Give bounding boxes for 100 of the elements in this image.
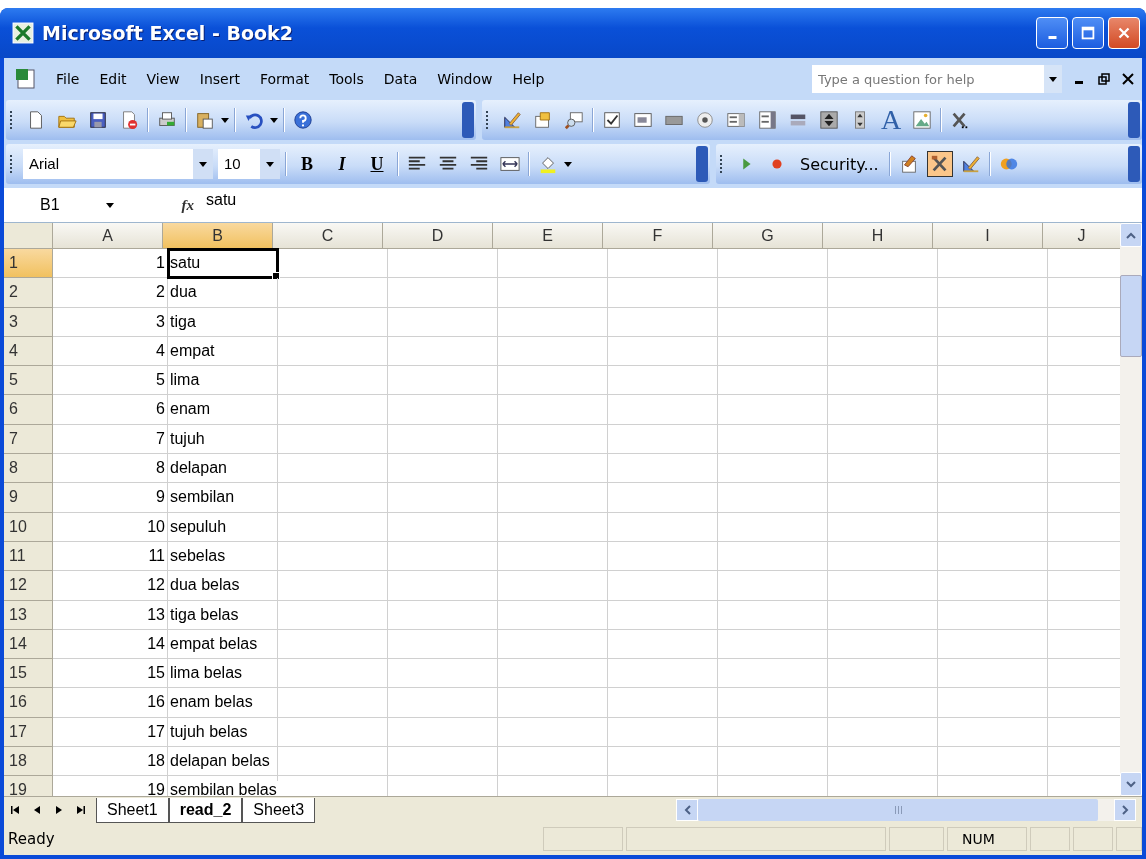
italic-button[interactable]: I bbox=[327, 149, 357, 179]
status-pane bbox=[1030, 827, 1070, 851]
column-header[interactable]: F bbox=[603, 223, 713, 249]
previous-sheet-icon[interactable] bbox=[32, 805, 42, 815]
next-sheet-icon[interactable] bbox=[54, 805, 64, 815]
menu-item[interactable]: Data bbox=[375, 68, 426, 90]
row-header[interactable]: 11 bbox=[4, 541, 53, 572]
column-header[interactable]: B bbox=[163, 223, 273, 249]
table-cell: 10 bbox=[147, 517, 165, 535]
status-text: Ready bbox=[7, 830, 55, 848]
row-header[interactable]: 4 bbox=[4, 336, 53, 367]
label-button[interactable]: A bbox=[878, 105, 905, 135]
table-cell: empat belas bbox=[170, 634, 260, 652]
row-header[interactable]: 9 bbox=[4, 483, 53, 513]
tools-icon[interactable] bbox=[926, 151, 953, 177]
row-header[interactable]: 2 bbox=[4, 278, 53, 308]
table-cell: 2 bbox=[156, 283, 165, 301]
column-header[interactable]: H bbox=[823, 223, 933, 249]
dropdown-button[interactable] bbox=[1044, 65, 1062, 93]
window-title: Microsoft Excel - Book2 bbox=[42, 22, 293, 44]
column-header[interactable]: E bbox=[493, 223, 603, 249]
row-header[interactable]: 12 bbox=[4, 571, 53, 601]
table-cell: 13 bbox=[147, 605, 165, 623]
caret-icon[interactable] bbox=[564, 161, 572, 167]
sheet-tab[interactable]: read_2 bbox=[168, 797, 243, 823]
row-header[interactable]: 5 bbox=[4, 366, 53, 396]
row-header[interactable]: 14 bbox=[4, 629, 53, 660]
table-cell: 15 bbox=[147, 664, 165, 682]
caret-icon bbox=[106, 202, 114, 208]
close-icon[interactable] bbox=[1122, 73, 1134, 85]
row-header[interactable]: 18 bbox=[4, 747, 53, 777]
help-search-field[interactable]: Type a question for help bbox=[812, 65, 1044, 93]
row-header[interactable]: 1 bbox=[4, 249, 53, 279]
table-cell: 18 bbox=[147, 752, 165, 770]
row-header[interactable]: 6 bbox=[4, 395, 53, 425]
status-pane bbox=[1073, 827, 1113, 851]
menu-item[interactable]: File bbox=[48, 68, 88, 90]
maximize-icon bbox=[1079, 24, 1097, 42]
sheet-tab[interactable]: Sheet1 bbox=[96, 797, 169, 823]
row-header[interactable]: 16 bbox=[4, 688, 53, 718]
menu-item[interactable]: Insert bbox=[191, 68, 248, 90]
table-cell: delapan bbox=[170, 459, 229, 477]
row-header[interactable]: 8 bbox=[4, 454, 53, 484]
security-button[interactable]: Security... bbox=[795, 151, 884, 177]
menu-item[interactable]: Format bbox=[251, 68, 318, 90]
table-cell: sebelas bbox=[170, 546, 228, 564]
caret-icon bbox=[1049, 76, 1057, 82]
font-field[interactable]: Arial bbox=[23, 149, 213, 179]
table-cell: tiga bbox=[170, 312, 198, 330]
sheet-tab[interactable]: Sheet3 bbox=[242, 797, 316, 823]
scroll-thumb[interactable] bbox=[1120, 275, 1142, 357]
insert-function-button[interactable]: fx bbox=[164, 196, 200, 214]
table-cell: tujuh bbox=[170, 429, 207, 447]
vertical-scroll-bar[interactable] bbox=[1120, 223, 1142, 796]
menu-item[interactable]: View bbox=[138, 68, 188, 90]
font-size-field[interactable]: 10 bbox=[218, 149, 280, 179]
last-sheet-icon[interactable] bbox=[76, 805, 86, 815]
maximize-button[interactable] bbox=[1072, 17, 1104, 49]
row-header[interactable]: 7 bbox=[4, 424, 53, 455]
table-cell: 5 bbox=[156, 371, 165, 389]
restore-icon[interactable] bbox=[1098, 73, 1110, 85]
close-button[interactable] bbox=[1108, 17, 1140, 49]
workbook-icon[interactable] bbox=[14, 67, 38, 91]
menu-item[interactable]: Help bbox=[504, 68, 553, 90]
table-cell: 6 bbox=[156, 400, 165, 418]
table-cell: sembilan belas bbox=[170, 781, 279, 796]
bold-button[interactable]: B bbox=[292, 149, 322, 179]
fill-handle[interactable] bbox=[272, 272, 280, 281]
column-header[interactable]: D bbox=[383, 223, 493, 249]
underline-button[interactable]: U bbox=[362, 149, 392, 179]
num-lock-indicator: NUM bbox=[947, 827, 1027, 851]
menu-item[interactable]: Window bbox=[429, 68, 501, 90]
column-header[interactable]: G bbox=[713, 223, 823, 249]
row-header[interactable]: 13 bbox=[4, 600, 53, 630]
table-cell: 4 bbox=[156, 341, 165, 359]
table-cell: 14 bbox=[147, 634, 165, 652]
spreadsheet-icon bbox=[12, 22, 34, 44]
table-cell: 3 bbox=[156, 312, 165, 330]
row-header[interactable]: 15 bbox=[4, 659, 53, 689]
column-header[interactable]: A bbox=[53, 223, 163, 249]
first-sheet-icon[interactable] bbox=[10, 805, 20, 815]
table-cell: 12 bbox=[147, 576, 165, 594]
menu-item[interactable]: Edit bbox=[91, 68, 135, 90]
row-header[interactable]: 17 bbox=[4, 717, 53, 748]
minimize-button[interactable] bbox=[1036, 17, 1068, 49]
status-pane bbox=[1116, 827, 1142, 851]
caret-icon[interactable] bbox=[270, 117, 278, 123]
caret-icon bbox=[199, 161, 207, 167]
column-header[interactable]: J bbox=[1043, 223, 1120, 249]
table-cell: tujuh belas bbox=[170, 722, 250, 740]
row-header[interactable]: 19 bbox=[4, 776, 53, 796]
column-header[interactable]: I bbox=[933, 223, 1043, 249]
caret-icon bbox=[266, 161, 274, 167]
table-cell: 11 bbox=[148, 546, 165, 564]
column-header[interactable]: C bbox=[273, 223, 383, 249]
row-header[interactable]: 3 bbox=[4, 307, 53, 337]
caret-icon[interactable] bbox=[221, 117, 229, 123]
menu-item[interactable]: Tools bbox=[321, 68, 372, 90]
row-header[interactable]: 10 bbox=[4, 512, 53, 542]
table-cell: 16 bbox=[147, 693, 165, 711]
